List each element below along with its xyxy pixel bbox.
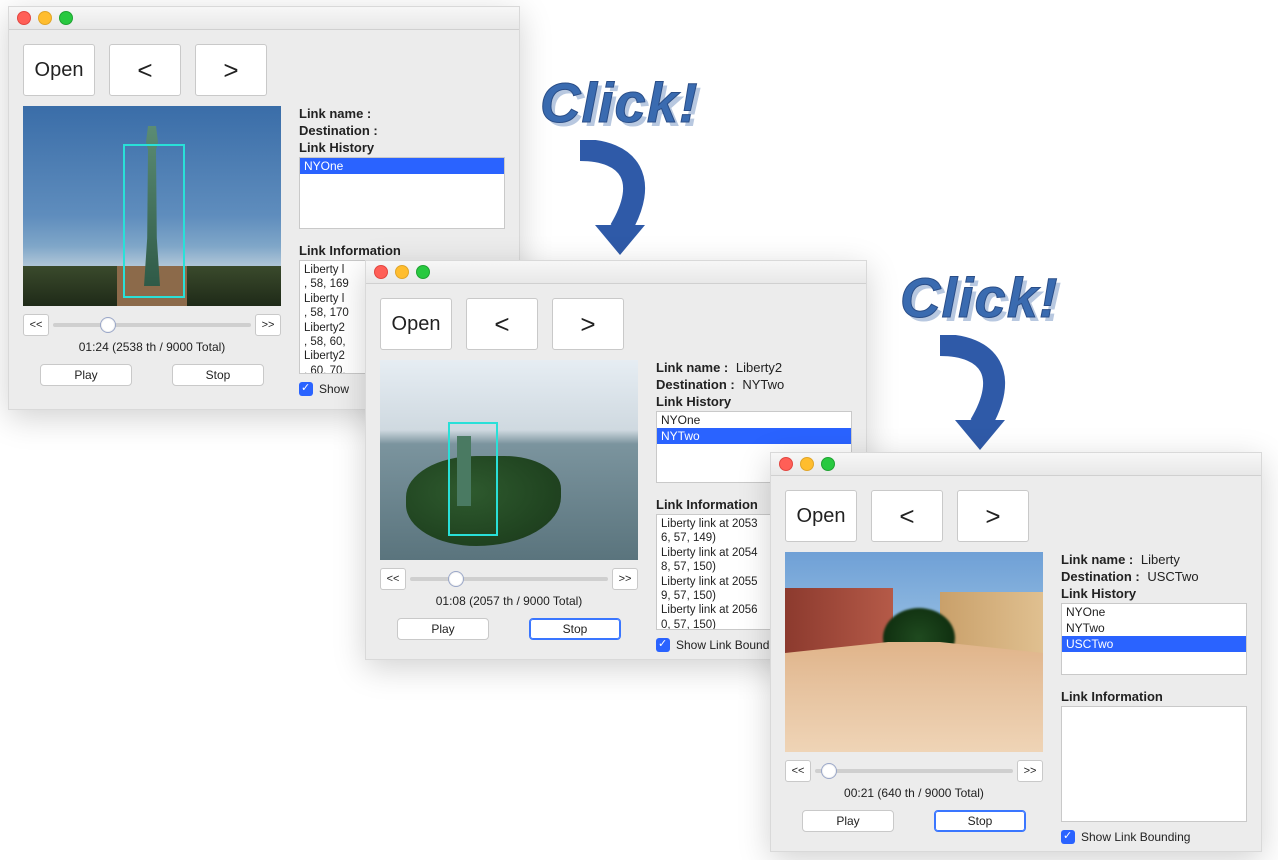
minimize-icon[interactable]	[395, 265, 409, 279]
history-listbox[interactable]: NYOne	[299, 157, 505, 229]
list-item[interactable]: NYOne	[657, 412, 851, 428]
rewind-button[interactable]: <<	[23, 314, 49, 336]
play-button[interactable]: Play	[802, 810, 894, 832]
video-frame[interactable]	[785, 552, 1043, 752]
slider-thumb[interactable]	[100, 317, 116, 333]
forward-button[interactable]: >>	[255, 314, 281, 336]
app-window-3: Open < > << >> 00:21 (640 th / 9000 Tota…	[770, 452, 1262, 852]
stop-button[interactable]: Stop	[172, 364, 264, 386]
timecode-label: 00:21 (640 th / 9000 Total)	[785, 786, 1043, 800]
minimize-icon[interactable]	[800, 457, 814, 471]
close-icon[interactable]	[374, 265, 388, 279]
forward-button[interactable]: >>	[1017, 760, 1043, 782]
arrow-annotation-1	[560, 140, 680, 260]
video-frame[interactable]	[380, 360, 638, 560]
link-info-box[interactable]	[1061, 706, 1247, 822]
stop-button[interactable]: Stop	[529, 618, 621, 640]
stop-button[interactable]: Stop	[934, 810, 1026, 832]
bounding-box[interactable]	[448, 422, 498, 536]
slider-thumb[interactable]	[448, 571, 464, 587]
list-item[interactable]: NYTwo	[657, 428, 851, 444]
list-item[interactable]: NYOne	[300, 158, 504, 174]
show-bounding-checkbox[interactable]: Show Link Bounding	[1061, 830, 1247, 844]
click-annotation-1: Click!	[540, 70, 699, 135]
checkbox-icon[interactable]	[299, 382, 313, 396]
link-info-box[interactable]: Liberty l , 58, 169 Liberty l , 58, 170 …	[299, 260, 369, 374]
list-item[interactable]: NYOne	[1062, 604, 1246, 620]
video-frame[interactable]	[23, 106, 281, 306]
arrow-annotation-2	[920, 335, 1040, 455]
rewind-button[interactable]: <<	[785, 760, 811, 782]
zoom-icon[interactable]	[821, 457, 835, 471]
open-button[interactable]: Open	[23, 44, 95, 96]
rewind-button[interactable]: <<	[380, 568, 406, 590]
link-name-label: Link name :	[299, 106, 505, 121]
checkbox-icon[interactable]	[656, 638, 670, 652]
bounding-box[interactable]	[123, 144, 185, 298]
destination-label: Destination :	[299, 123, 505, 138]
close-icon[interactable]	[779, 457, 793, 471]
prev-button[interactable]: <	[466, 298, 538, 350]
slider-thumb[interactable]	[821, 763, 837, 779]
destination-label: Destination : NYTwo	[656, 377, 852, 392]
destination-label: Destination : USCTwo	[1061, 569, 1247, 584]
next-button[interactable]: >	[552, 298, 624, 350]
play-button[interactable]: Play	[40, 364, 132, 386]
titlebar[interactable]	[771, 453, 1261, 476]
link-name-label: Link name : Liberty	[1061, 552, 1247, 567]
checkbox-icon[interactable]	[1061, 830, 1075, 844]
zoom-icon[interactable]	[416, 265, 430, 279]
list-item[interactable]: NYTwo	[1062, 620, 1246, 636]
list-item[interactable]: USCTwo	[1062, 636, 1246, 652]
timeline-slider[interactable]	[410, 577, 608, 581]
minimize-icon[interactable]	[38, 11, 52, 25]
click-annotation-2: Click!	[900, 265, 1059, 330]
timeline-slider[interactable]	[53, 323, 251, 327]
open-button[interactable]: Open	[380, 298, 452, 350]
next-button[interactable]: >	[957, 490, 1029, 542]
link-name-label: Link name : Liberty2	[656, 360, 852, 375]
titlebar[interactable]	[9, 7, 519, 30]
next-button[interactable]: >	[195, 44, 267, 96]
play-button[interactable]: Play	[397, 618, 489, 640]
timeline-slider[interactable]	[815, 769, 1013, 773]
history-heading: Link History	[299, 140, 505, 155]
history-listbox[interactable]: NYOne NYTwo USCTwo	[1061, 603, 1247, 675]
zoom-icon[interactable]	[59, 11, 73, 25]
history-heading: Link History	[1061, 586, 1247, 601]
titlebar[interactable]	[366, 261, 866, 284]
link-info-heading: Link Information	[1061, 689, 1247, 704]
link-info-box[interactable]: Liberty link at 2053 6, 57, 149) Liberty…	[656, 514, 786, 630]
close-icon[interactable]	[17, 11, 31, 25]
timecode-label: 01:24 (2538 th / 9000 Total)	[23, 340, 281, 354]
history-heading: Link History	[656, 394, 852, 409]
link-info-heading: Link Information	[299, 243, 505, 258]
prev-button[interactable]: <	[109, 44, 181, 96]
timecode-label: 01:08 (2057 th / 9000 Total)	[380, 594, 638, 608]
forward-button[interactable]: >>	[612, 568, 638, 590]
open-button[interactable]: Open	[785, 490, 857, 542]
prev-button[interactable]: <	[871, 490, 943, 542]
